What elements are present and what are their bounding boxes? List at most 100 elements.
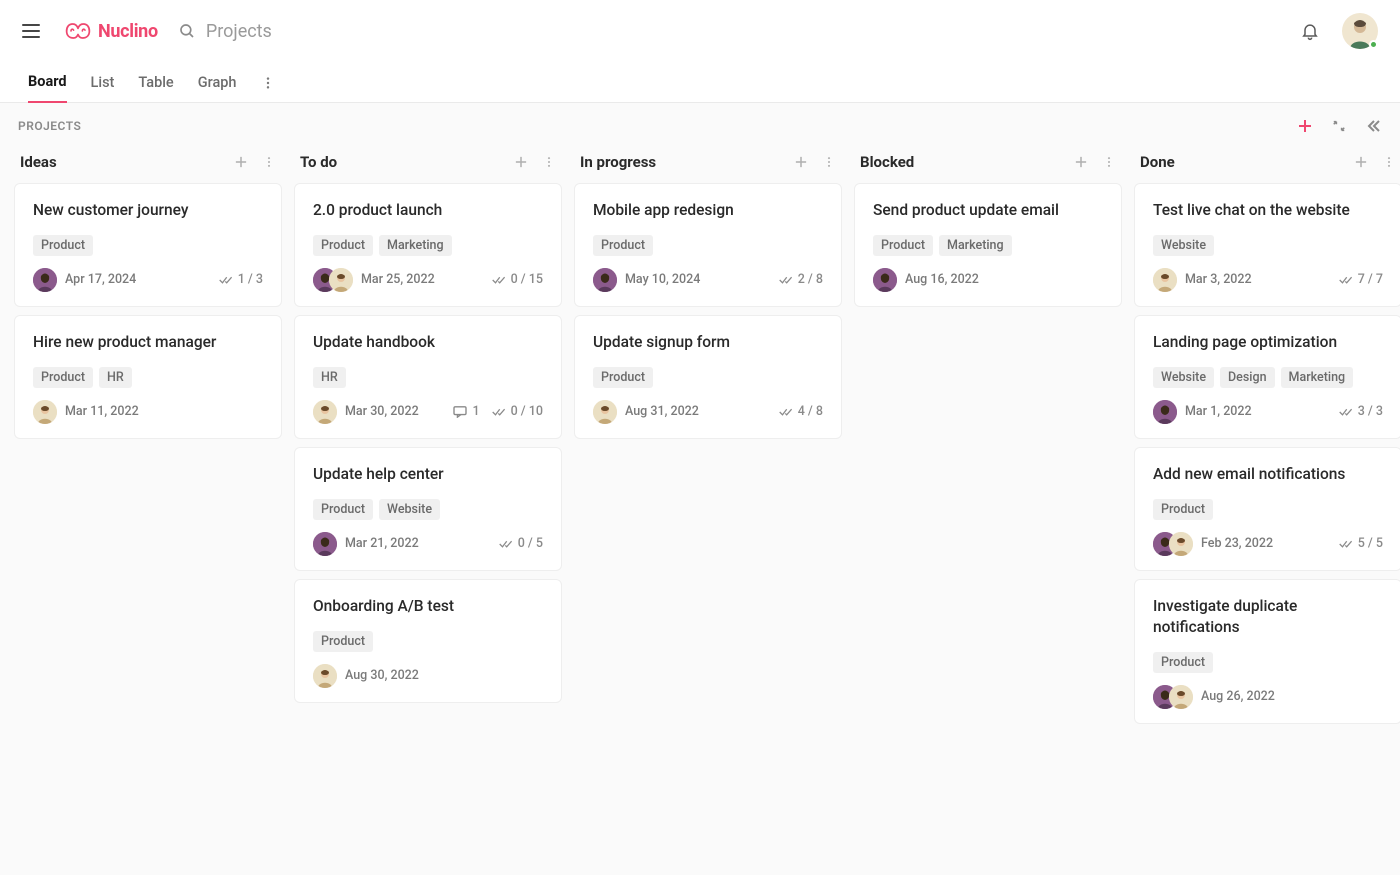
card-meta-left: Mar 21, 2022 [313, 532, 419, 556]
card-tag: Website [1153, 367, 1214, 388]
tab-table[interactable]: Table [138, 64, 173, 102]
card-meta-right: 0 / 5 [499, 536, 543, 551]
card-meta-left: Mar 30, 2022 [313, 400, 419, 424]
card-title: New customer journey [33, 200, 263, 221]
card-tags: Product [593, 367, 823, 388]
card-date: Aug 26, 2022 [1201, 689, 1275, 704]
column-add-button[interactable] [514, 155, 528, 169]
assignees [593, 400, 617, 424]
column-add-button[interactable] [794, 155, 808, 169]
card-tags: Product [593, 235, 823, 256]
collapse-icon[interactable] [1330, 117, 1348, 135]
column-add-button[interactable] [234, 155, 248, 169]
assignees [593, 268, 617, 292]
app-header: Nuclino Projects [0, 0, 1400, 63]
card-footer: Aug 16, 2022 [873, 268, 1103, 292]
card-date: Mar 11, 2022 [65, 404, 139, 419]
card-date: Mar 30, 2022 [345, 404, 419, 419]
card-tag: Product [313, 235, 373, 256]
search-bar[interactable]: Projects [178, 21, 1300, 42]
board-card[interactable]: Landing page optimizationWebsiteDesignMa… [1134, 315, 1400, 439]
column-more-icon[interactable] [262, 155, 276, 169]
column-more-icon[interactable] [822, 155, 836, 169]
card-tag: Product [593, 367, 653, 388]
card-footer: Aug 31, 20224 / 8 [593, 400, 823, 424]
card-title: 2.0 product launch [313, 200, 543, 221]
checklist-progress: 0 / 5 [499, 536, 543, 551]
card-footer: Mar 25, 2022 0 / 15 [313, 268, 543, 292]
tab-graph[interactable]: Graph [198, 64, 237, 102]
user-avatar[interactable] [1342, 13, 1378, 49]
board-card[interactable]: Hire new product manager ProductHR Mar 11,… [14, 315, 282, 439]
board-card[interactable]: Onboarding A/B testProductAug 30, 2022 [294, 579, 562, 703]
column-more-icon[interactable] [542, 155, 556, 169]
board-card[interactable]: Update signup formProductAug 31, 20224 /… [574, 315, 842, 439]
board-card[interactable]: Test live chat on the websiteWebsiteMar … [1134, 183, 1400, 307]
card-tag: Marketing [1281, 367, 1354, 388]
card-tag: Design [1220, 367, 1275, 388]
assignee-avatar [33, 400, 57, 424]
card-meta-left: Mar 1, 2022 [1153, 400, 1252, 424]
board-columns: IdeasNew customer journeyProductApr 17, … [0, 145, 1400, 752]
card-title: Mobile app redesign [593, 200, 823, 221]
column-actions [514, 155, 556, 169]
card-title: Investigate duplicate notifications [1153, 596, 1383, 638]
card-tags: Website Design Marketing [1153, 367, 1383, 388]
board-card[interactable]: Send product update emailProductMarketin… [854, 183, 1122, 307]
column-header: Blocked [854, 145, 1122, 183]
card-footer: Apr 17, 20241 / 3 [33, 268, 263, 292]
assignee-avatar [1153, 268, 1177, 292]
card-tag: Product [1153, 652, 1213, 673]
assignee-avatar [1169, 532, 1193, 556]
menu-button[interactable] [22, 19, 46, 43]
card-tag: Product [313, 631, 373, 652]
card-tags: Product [1153, 652, 1383, 673]
column-title: Blocked [860, 153, 914, 171]
column-header: Done [1134, 145, 1400, 183]
brand-logo[interactable]: Nuclino [64, 21, 158, 42]
notifications-icon[interactable] [1300, 21, 1320, 41]
card-meta-left: Aug 16, 2022 [873, 268, 979, 292]
assignees [873, 268, 897, 292]
board-card[interactable]: Update help centerProductWebsiteMar 21, … [294, 447, 562, 571]
board-card[interactable]: New customer journey Product Apr 17, 20241… [14, 183, 282, 307]
card-title: Test live chat on the website [1153, 200, 1383, 221]
assignee-avatar [1169, 685, 1193, 709]
card-tags: ProductMarketing [313, 235, 543, 256]
checklist-progress: 4 / 8 [779, 404, 823, 419]
card-date: Mar 21, 2022 [345, 536, 419, 551]
board-header: PROJECTS [0, 103, 1400, 145]
column-add-button[interactable] [1074, 155, 1088, 169]
assignees [33, 400, 57, 424]
card-footer: Mar 21, 2022 0 / 5 [313, 532, 543, 556]
card-tags: ProductHR [33, 367, 263, 388]
board-card[interactable]: Investigate duplicate notifications Produ… [1134, 579, 1400, 724]
expand-panel-icon[interactable] [1364, 117, 1382, 135]
board-card[interactable]: Update handbookHRMar 30, 202210 / 10 [294, 315, 562, 439]
card-title: Hire new product manager [33, 332, 263, 353]
column-actions [234, 155, 276, 169]
card-title: Update handbook [313, 332, 543, 353]
board-card[interactable]: Add new email notificationsProductFeb 23… [1134, 447, 1400, 571]
board-card[interactable]: Mobile app redesignProductMay 10, 20242 … [574, 183, 842, 307]
column-add-button[interactable] [1354, 155, 1368, 169]
search-icon [178, 22, 196, 40]
column-more-icon[interactable] [1382, 155, 1396, 169]
tab-board[interactable]: Board [28, 63, 67, 103]
add-item-button[interactable] [1296, 117, 1314, 135]
card-meta-left: Mar 25, 2022 [313, 268, 435, 292]
column-more-icon[interactable] [1102, 155, 1116, 169]
tabs-more-icon[interactable] [260, 75, 276, 91]
column-actions [1354, 155, 1396, 169]
card-date: Mar 1, 2022 [1185, 404, 1252, 419]
assignee-avatar [329, 268, 353, 292]
card-tag: Website [379, 499, 440, 520]
column-header: In progress [574, 145, 842, 183]
card-meta-right: 1 / 3 [219, 272, 263, 287]
tab-list[interactable]: List [91, 64, 115, 102]
card-tags: Product [33, 235, 263, 256]
board-card[interactable]: 2.0 product launch ProductMarketing Mar 25… [294, 183, 562, 307]
checklist-progress: 0 / 15 [492, 272, 543, 287]
view-tabs: Board List Table Graph [0, 63, 1400, 103]
board-column: In progressMobile app redesignProductMay… [574, 145, 842, 732]
